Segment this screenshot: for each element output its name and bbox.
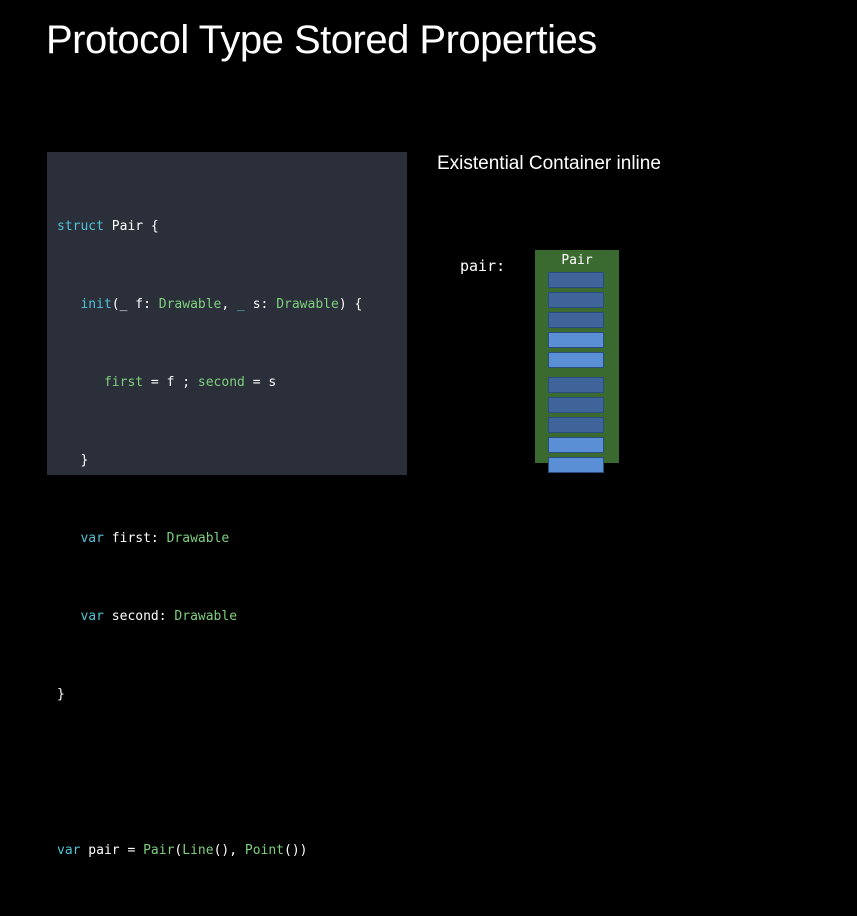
code-token: (_	[111, 297, 136, 312]
code-token: struct	[57, 219, 104, 234]
code-line: }	[57, 682, 362, 708]
code-line: var pair = Pair(Line(), Point())	[57, 838, 362, 864]
code-line: var second: Drawable	[57, 604, 362, 630]
variable-label: pair:	[460, 257, 506, 275]
container-title: Pair	[561, 253, 593, 268]
code-panel: struct Pair { init(_ f: Drawable, _ s: D…	[47, 152, 407, 858]
code-token: ())	[284, 843, 308, 858]
code-block: struct Pair { init(_ f: Drawable, _ s: D…	[57, 162, 362, 916]
code-token: Drawable	[276, 297, 339, 312]
code-token: }	[57, 687, 65, 702]
code-token: init	[80, 297, 112, 312]
memory-cell	[548, 377, 604, 393]
code-token: s:	[244, 297, 277, 312]
code-token: var	[80, 531, 104, 546]
code-line: first = f ; second = s	[57, 370, 362, 396]
code-token: var	[57, 843, 81, 858]
memory-cell	[548, 312, 604, 328]
memory-cell	[548, 417, 604, 433]
memory-cell	[548, 352, 604, 368]
code-token: (),	[213, 843, 245, 858]
code-line: var first: Drawable	[57, 526, 362, 552]
code-token: second	[197, 375, 245, 390]
code-token: first:	[103, 531, 167, 546]
memory-cell	[548, 397, 604, 413]
diagram-subtitle: Existential Container inline	[437, 153, 661, 174]
code-token: pair =	[80, 843, 144, 858]
memory-cell	[548, 292, 604, 308]
memory-cell	[548, 332, 604, 348]
code-token: Drawable	[174, 609, 238, 624]
code-token: ) {	[338, 297, 363, 312]
code-line: init(_ f: Drawable, _ s: Drawable) {	[57, 292, 362, 318]
code-line: struct Pair {	[57, 214, 362, 240]
code-token: = f ;	[143, 375, 198, 390]
code-token: Pair {	[103, 219, 159, 234]
code-token: var	[80, 609, 104, 624]
code-token: _	[237, 297, 245, 312]
memory-cell	[548, 437, 604, 453]
code-token: f	[135, 297, 144, 312]
code-token: ,	[221, 297, 238, 312]
code-token: }	[57, 453, 89, 468]
code-token: Point	[244, 843, 285, 858]
code-token: Pair	[143, 843, 175, 858]
code-token: :	[143, 297, 159, 312]
code-token: Line	[182, 843, 214, 858]
existential-container: Pair	[535, 250, 619, 473]
slide-title: Protocol Type Stored Properties	[46, 18, 597, 62]
code-token: = s	[244, 375, 277, 390]
code-token: Drawable	[166, 531, 230, 546]
code-token: second:	[103, 609, 175, 624]
code-token: Drawable	[158, 297, 222, 312]
memory-cell	[548, 457, 604, 473]
code-token: first	[103, 375, 144, 390]
code-token: (	[174, 843, 183, 858]
code-line: }	[57, 448, 362, 474]
container-cells	[548, 272, 606, 477]
memory-cell	[548, 272, 604, 288]
